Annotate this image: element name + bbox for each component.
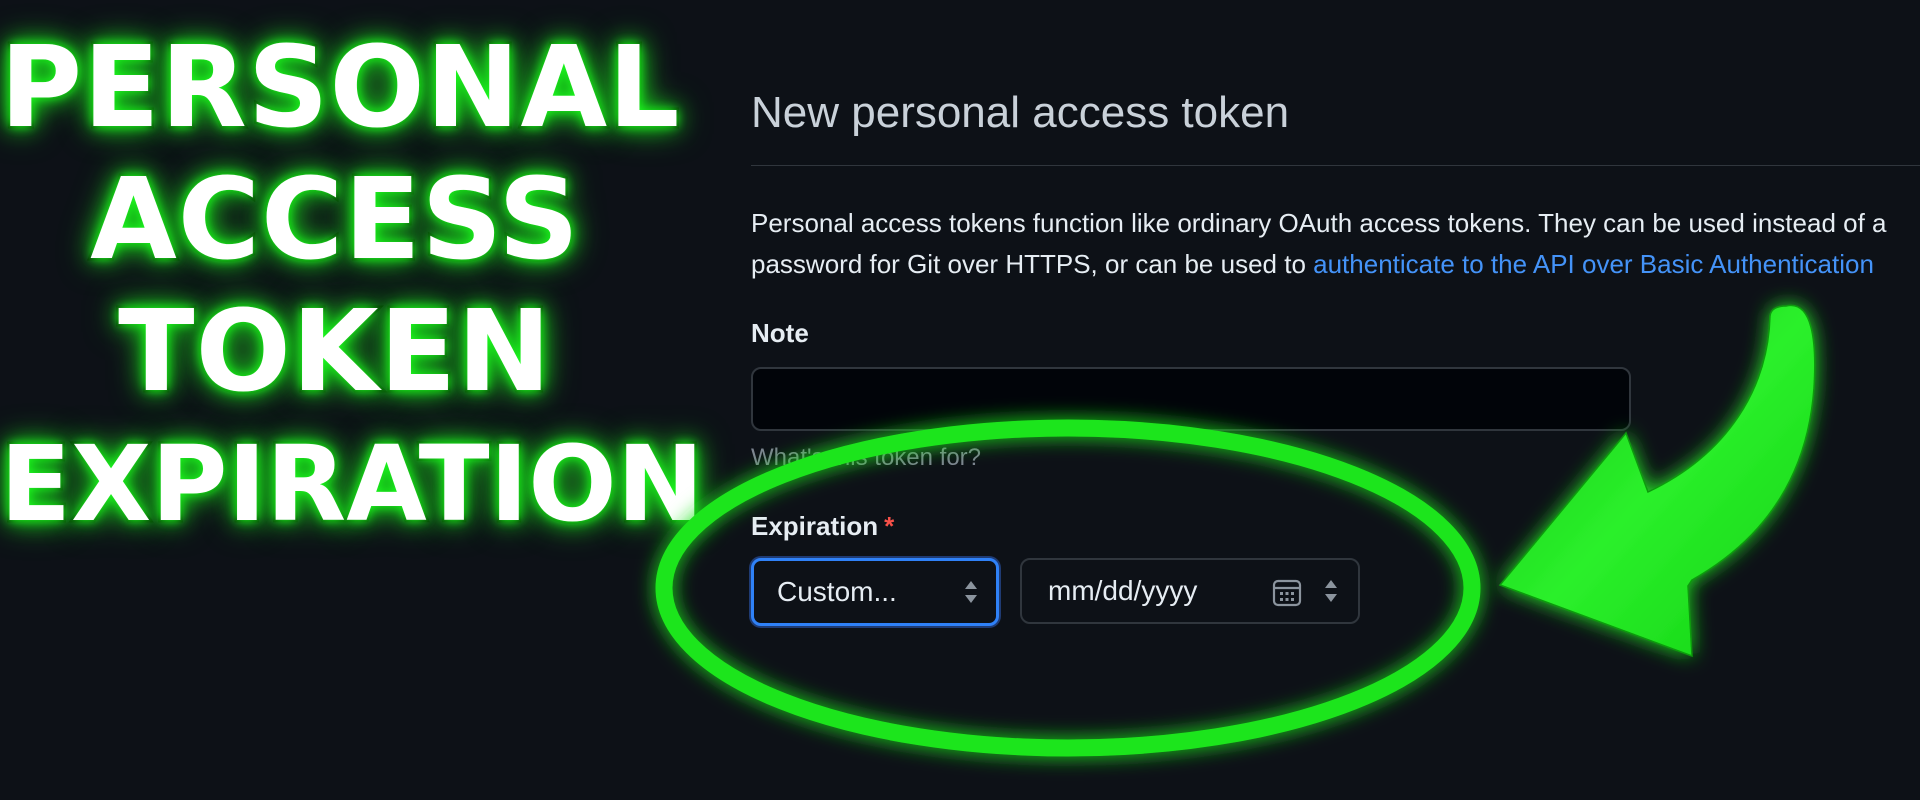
intro-text-line: password for Git over HTTPS, or can be u… (751, 249, 1314, 279)
overlay-title-line: ACCESS (88, 153, 582, 288)
date-placeholder: mm/dd/yyyy (1048, 575, 1198, 606)
overlay-title: PERSONAL ACCESS TOKEN EXPIRATION (0, 21, 706, 550)
expiration-label: Expiration * (751, 511, 894, 542)
required-marker: * (884, 511, 895, 541)
divider (751, 165, 1920, 166)
overlay-title-line: PERSONAL (0, 21, 682, 156)
calendar-icon[interactable] (1272, 577, 1302, 607)
expiration-date-input[interactable]: mm/dd/yyyy (1020, 558, 1360, 624)
note-input[interactable] (751, 367, 1631, 431)
token-form-page: New personal access token Personal acces… (751, 0, 1920, 800)
up-down-arrows-icon (965, 581, 977, 603)
intro-text-line: Personal access tokens function like ord… (751, 208, 1887, 238)
basic-auth-link[interactable]: authenticate to the API over Basic Authe… (1313, 249, 1874, 279)
expiration-select-value: Custom... (777, 576, 897, 607)
note-hint: What's this token for? (751, 444, 982, 471)
expiration-label-text: Expiration (751, 511, 879, 541)
up-down-arrows-icon (1325, 580, 1337, 602)
intro-text: Personal access tokens function like ord… (751, 203, 1920, 285)
overlay-title-line: EXPIRATION (0, 421, 706, 548)
note-label: Note (751, 318, 809, 348)
overlay-title-line: TOKEN (116, 285, 554, 420)
expiration-select[interactable]: Custom... (751, 558, 999, 626)
page-title: New personal access token (751, 88, 1290, 137)
